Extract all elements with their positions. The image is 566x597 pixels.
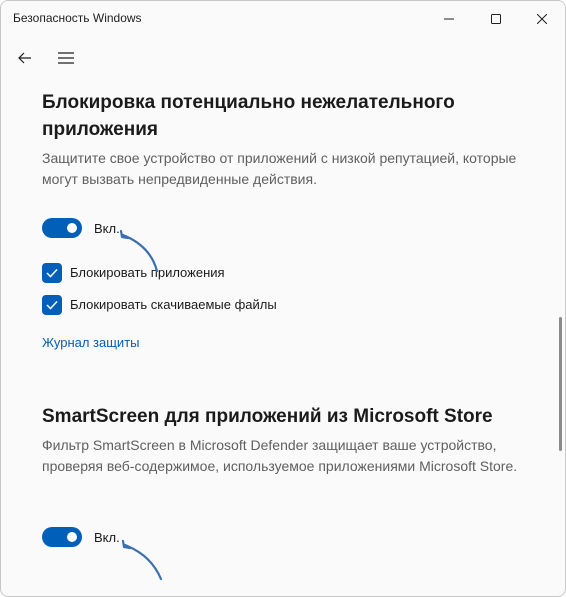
hamburger-icon [58,52,74,64]
toggle-knob [67,532,77,542]
section-description-pua: Защитите свое устройство от приложений с… [42,150,517,187]
minimize-icon [444,18,454,20]
section-heading-smartscreen: SmartScreen для приложений из Microsoft … [42,406,493,427]
toggle-knob [67,223,77,233]
title-bar[interactable]: Безопасность Windows [1,1,565,37]
smartscreen-toggle[interactable] [42,527,82,547]
section-description-smartscreen: Фильтр SmartScreen в Microsoft Defender … [42,437,518,474]
smartscreen-toggle-label: Вкл. [94,530,120,545]
check-icon [46,268,58,278]
maximize-icon [491,14,501,24]
app-window: Безопасность Windows Блокировка потенциа… [0,0,566,597]
scrollbar-thumb[interactable] [559,317,562,451]
minimize-button[interactable] [426,1,472,37]
block-downloads-label: Блокировать скачиваемые файлы [70,297,277,312]
close-button[interactable] [519,1,565,37]
protection-history-link[interactable]: Журнал защиты [42,335,140,350]
close-icon [537,14,547,24]
menu-button[interactable] [54,47,78,69]
arrow-left-icon [18,52,31,64]
block-downloads-checkbox[interactable] [42,295,62,315]
back-button[interactable] [13,47,37,69]
pua-toggle[interactable] [42,218,82,238]
annotation-arrow-2 [121,539,163,581]
block-apps-label: Блокировать приложения [70,265,225,280]
window-title: Безопасность Windows [13,11,142,25]
section-heading-pua: Блокировка потенциально нежелательного п… [42,92,455,140]
block-apps-checkbox[interactable] [42,263,62,283]
pua-toggle-label: Вкл. [94,221,120,236]
maximize-button[interactable] [473,1,519,37]
check-icon [46,300,58,310]
